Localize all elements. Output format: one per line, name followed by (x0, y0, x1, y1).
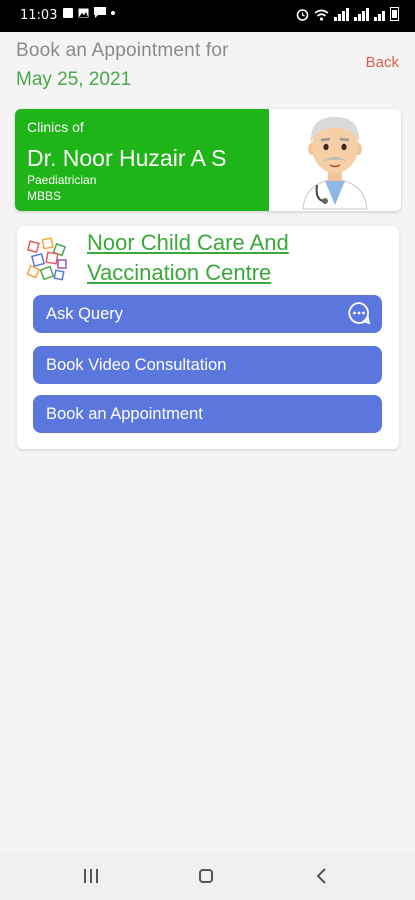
clinic-card: Noor Child Care And Vaccination Centre A… (17, 226, 399, 449)
home-icon[interactable] (199, 869, 213, 883)
square-icon (63, 7, 73, 18)
doctor-card: Clinics of Dr. Noor Huzair A S Paediatri… (15, 109, 401, 211)
book-appointment-button[interactable]: Book an Appointment (33, 395, 382, 433)
back-button[interactable]: Back (366, 54, 399, 71)
status-time: 11:03 (20, 8, 58, 23)
clinic-logo-icon (26, 237, 67, 281)
signal-icon (374, 11, 385, 21)
doctor-info-panel: Clinics of Dr. Noor Huzair A S Paediatri… (15, 109, 269, 211)
appointment-date: May 25, 2021 (16, 69, 132, 90)
wifi-icon (314, 9, 329, 21)
clinics-of-label: Clinics of (27, 119, 84, 135)
book-video-consultation-label: Book Video Consultation (46, 356, 227, 374)
ask-query-label: Ask Query (46, 305, 124, 323)
doctor-specialty: Paediatrician (27, 173, 97, 187)
message-icon (94, 7, 106, 18)
system-nav-bar (0, 852, 415, 900)
doctor-degree: MBBS (27, 189, 62, 203)
battery-icon (390, 7, 399, 21)
dot-icon (111, 10, 115, 15)
alarm-icon (296, 9, 309, 21)
signal-icon (354, 8, 369, 21)
back-icon[interactable] (316, 868, 328, 884)
page-title: Book an Appointment for (16, 40, 229, 61)
ask-query-button[interactable]: Ask Query (33, 295, 382, 333)
doctor-avatar-icon (302, 117, 368, 210)
clinic-logo (25, 236, 71, 282)
image-icon (78, 8, 89, 17)
book-appointment-label: Book an Appointment (46, 405, 203, 423)
chat-bubble-icon (348, 302, 371, 325)
doctor-name: Dr. Noor Huzair A S (27, 145, 227, 171)
page-header: Book an Appointment for May 25, 2021 Bac… (16, 40, 399, 91)
doctor-avatar (269, 109, 401, 211)
notification-icons (63, 7, 115, 18)
system-icons (296, 7, 399, 21)
recent-apps-icon[interactable] (84, 869, 98, 883)
clinic-name-link[interactable]: Noor Child Care And Vaccination Centre (87, 228, 387, 288)
status-bar: 11:03 (0, 0, 415, 32)
book-video-consultation-button[interactable]: Book Video Consultation (33, 346, 382, 384)
signal-icon (334, 8, 349, 21)
